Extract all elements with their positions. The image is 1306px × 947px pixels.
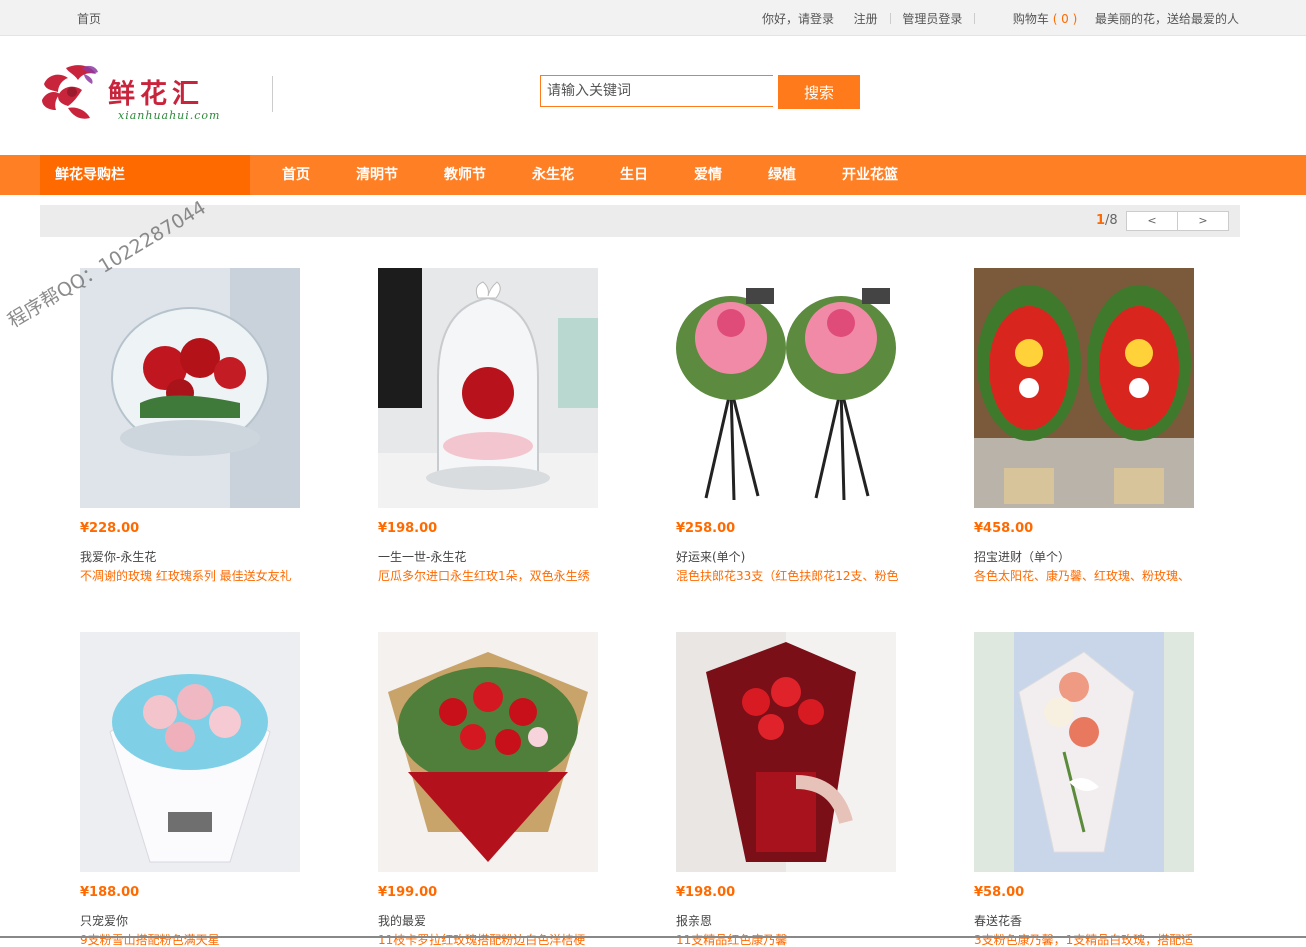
prev-page-button[interactable]: <: [1126, 211, 1178, 231]
register-link[interactable]: 注册: [854, 12, 878, 26]
nav-item-qingming[interactable]: 清明节: [350, 155, 404, 195]
page-indicator: 1/8: [1096, 213, 1118, 228]
product-card[interactable]: ¥198.00 一生一世-永生花 厄瓜多尔进口永生红玫1朵，双色永生绣: [378, 268, 603, 583]
product-image-bouquet-red-mixed[interactable]: [378, 632, 598, 872]
product-price: ¥198.00: [676, 885, 736, 900]
search-button[interactable]: 搜索: [778, 75, 860, 109]
product-price: ¥198.00: [378, 521, 438, 536]
total-pages: /8: [1105, 213, 1118, 228]
product-price: ¥228.00: [80, 521, 140, 536]
product-desc: 各色太阳花、康乃馨、红玫瑰、粉玫瑰、: [974, 569, 1191, 583]
login-link[interactable]: 你好，请登录: [762, 12, 834, 26]
logo-text: 鲜花汇: [108, 79, 204, 110]
product-desc: 11枝卡罗拉红玫瑰搭配粉边白色洋桔梗: [378, 933, 586, 947]
product-name[interactable]: 好运来(单个): [676, 548, 901, 564]
product-desc: 3支粉色康乃馨，1支精品白玫瑰，搭配适: [974, 933, 1194, 947]
site-logo[interactable]: 鲜花汇 xianhuahui.com: [38, 62, 274, 124]
pager-bar: 1/8 < >: [40, 205, 1240, 237]
product-price: ¥258.00: [676, 521, 736, 536]
product-image-basket-pair-pink[interactable]: [676, 268, 896, 508]
main-nav: 鲜花导购栏 首页 清明节 教师节 永生花 生日 爱情 绿植 开业花篮: [0, 155, 1306, 195]
nav-item-home[interactable]: 首页: [276, 155, 316, 195]
search-input[interactable]: [540, 75, 773, 107]
product-name[interactable]: 招宝进财（单个）: [974, 548, 1199, 564]
logo-divider: [272, 76, 273, 112]
product-desc: 混色扶郎花33支（红色扶郎花12支、粉色: [676, 569, 898, 583]
next-page-button[interactable]: >: [1177, 211, 1229, 231]
product-card[interactable]: ¥228.00 我爱你-永生花 不凋谢的玫瑰 红玫瑰系列 最佳送女友礼: [80, 268, 305, 583]
product-image-glass-dome-rose[interactable]: [378, 268, 598, 508]
top-right-links: 你好，请登录 注册 管理员登录 购物车 ( 0 ) 最美丽的花，送给最爱的人: [762, 10, 1239, 27]
product-name[interactable]: 春送花香: [974, 912, 1199, 928]
nav-item-preserved-flower[interactable]: 永生花: [526, 155, 580, 195]
nav-links: 首页 清明节 教师节 永生花 生日 爱情 绿植 开业花篮: [276, 155, 938, 195]
product-image-bouquet-red-carnation[interactable]: [676, 632, 896, 872]
logo-url-text: xianhuahui.com: [118, 109, 221, 122]
product-desc: 9支粉雪山搭配粉色满天星: [80, 933, 220, 947]
product-desc: 厄瓜多尔进口永生红玫1朵，双色永生绣: [378, 569, 590, 583]
product-image-glass-bowl-roses[interactable]: [80, 268, 300, 508]
nav-item-love[interactable]: 爱情: [688, 155, 728, 195]
cart-label: 购物车: [1012, 12, 1049, 26]
divider: [889, 13, 891, 24]
nav-item-opening-basket[interactable]: 开业花篮: [836, 155, 904, 195]
top-bar: 首页 你好，请登录 注册 管理员登录 购物车 ( 0 ) 最美丽的花，送给最爱的…: [0, 0, 1306, 36]
divider: [974, 13, 976, 24]
nav-item-green-plants[interactable]: 绿植: [762, 155, 802, 195]
product-card[interactable]: ¥188.00 只宠爱你 9支粉雪山搭配粉色满天星: [80, 632, 305, 947]
product-desc: 不凋谢的玫瑰 红玫瑰系列 最佳送女友礼: [80, 569, 292, 583]
search-box: 搜索: [540, 75, 860, 109]
product-desc: 11支精品红色康乃馨: [676, 933, 788, 947]
product-image-basket-pair-red[interactable]: [974, 268, 1194, 508]
nav-item-birthday[interactable]: 生日: [614, 155, 654, 195]
current-page: 1: [1096, 213, 1106, 228]
logo-flower-icon: 鲜花汇 xianhuahui.com: [42, 65, 221, 122]
product-name[interactable]: 我爱你-永生花: [80, 548, 305, 564]
product-card[interactable]: ¥458.00 招宝进财（单个） 各色太阳花、康乃馨、红玫瑰、粉玫瑰、: [974, 268, 1199, 583]
product-price: ¥199.00: [378, 885, 438, 900]
slogan: 最美丽的花，送给最爱的人: [1094, 12, 1239, 26]
nav-item-teachers-day[interactable]: 教师节: [438, 155, 492, 195]
cart-count: ( 0 ): [1052, 12, 1078, 26]
product-price: ¥58.00: [974, 885, 1025, 900]
product-card[interactable]: ¥258.00 好运来(单个) 混色扶郎花33支（红色扶郎花12支、粉色: [676, 268, 901, 583]
product-card[interactable]: ¥58.00 春送花香 3支粉色康乃馨，1支精品白玫瑰，搭配适: [974, 632, 1199, 947]
product-card[interactable]: ¥198.00 报亲恩 11支精品红色康乃馨: [676, 632, 901, 947]
product-card[interactable]: ¥199.00 我的最爱 11枝卡罗拉红玫瑰搭配粉边白色洋桔梗: [378, 632, 603, 947]
product-price: ¥458.00: [974, 521, 1034, 536]
product-name[interactable]: 只宠爱你: [80, 912, 305, 928]
top-home-link[interactable]: 首页: [77, 10, 101, 27]
product-image-bouquet-pink-starry[interactable]: [80, 632, 300, 872]
product-name[interactable]: 我的最爱: [378, 912, 603, 928]
admin-login-link[interactable]: 管理员登录: [902, 12, 962, 26]
cart-link[interactable]: 购物车 ( 0 ): [1013, 12, 1077, 26]
product-name[interactable]: 报亲恩: [676, 912, 901, 928]
product-image-bouquet-peach[interactable]: [974, 632, 1194, 872]
nav-guide-label: 鲜花导购栏: [40, 155, 250, 195]
product-name[interactable]: 一生一世-永生花: [378, 548, 603, 564]
product-price: ¥188.00: [80, 885, 140, 900]
